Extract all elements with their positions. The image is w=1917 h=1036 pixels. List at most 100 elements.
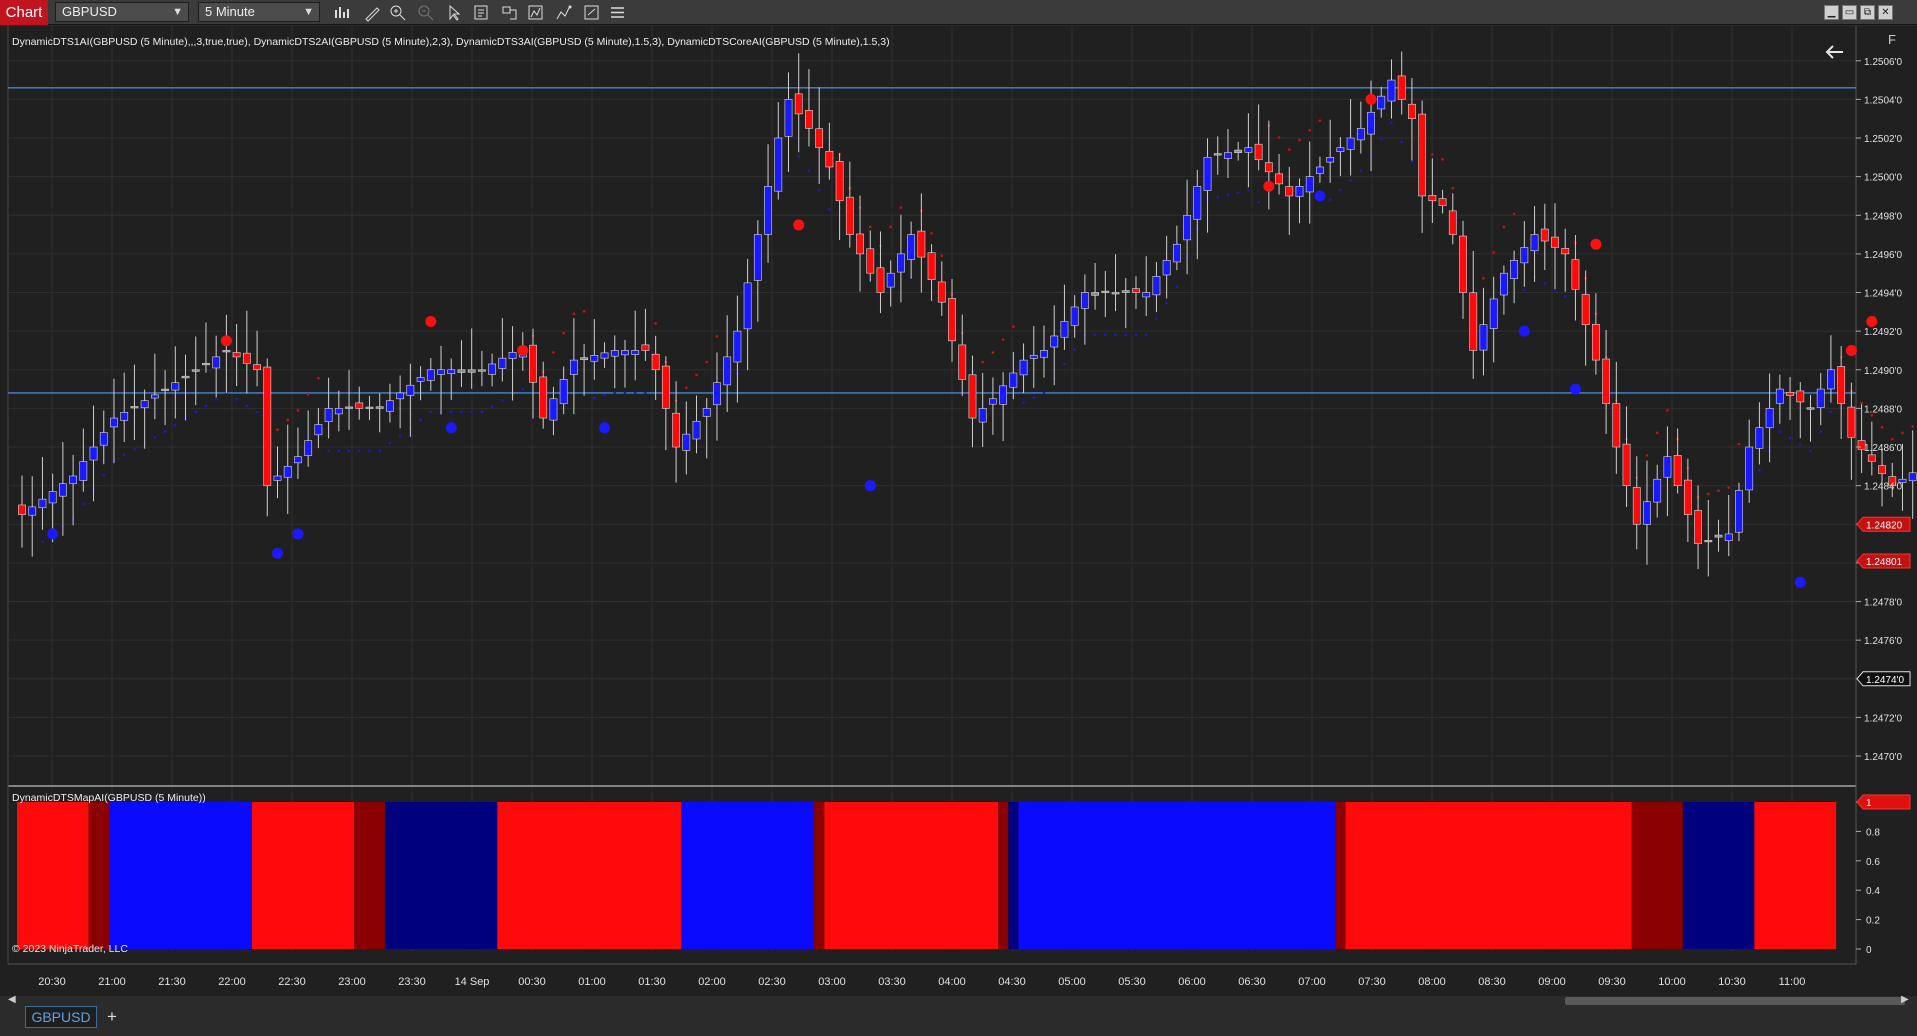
candle-body[interactable] [222,350,231,353]
list-icon[interactable] [608,3,628,22]
candle-body[interactable] [1408,103,1416,120]
candle-body[interactable] [1816,388,1825,408]
candle-body[interactable] [1050,335,1059,348]
candle-body[interactable] [549,398,558,421]
candle-body[interactable] [927,252,936,280]
candle-body[interactable] [1755,427,1764,449]
candle-body[interactable] [1796,390,1805,403]
candle-body[interactable] [1775,388,1784,404]
candle-body[interactable] [1019,359,1028,376]
candle-body[interactable] [1735,490,1743,533]
chart-panel[interactable]: 20:30 21:00 21:30 22:00 22:30 23:00 23:30 14 Se… [0,26,1917,996]
candle-body[interactable] [18,504,26,515]
candle-body[interactable] [978,408,987,423]
candle-body[interactable] [1673,455,1682,486]
candle-body[interactable] [58,483,67,497]
candle-body[interactable] [784,99,793,137]
candle-body[interactable] [1080,292,1089,309]
candle-body[interactable] [508,352,517,359]
candle-body[interactable] [1561,248,1570,255]
candle-body[interactable] [753,234,762,281]
candle-body[interactable] [610,350,619,357]
candle-body[interactable] [232,352,241,358]
candle-body[interactable] [89,446,98,461]
candle-body[interactable] [1683,479,1692,515]
candle-body[interactable] [130,406,139,409]
candle-body[interactable] [191,369,200,372]
candle-body[interactable] [477,369,486,372]
candle-body[interactable] [28,506,37,516]
candle-body[interactable] [375,406,384,409]
candle-body[interactable] [273,475,282,481]
candle-body[interactable] [457,369,466,373]
candle-body[interactable] [702,408,711,417]
candle-body[interactable] [1397,75,1406,100]
candle-body[interactable] [324,408,333,422]
maximize-button[interactable]: ▭ [1842,5,1857,20]
candle-body[interactable] [1765,408,1774,429]
candle-body[interactable] [825,150,834,168]
candle-body[interactable] [406,384,415,396]
candle-body[interactable] [794,93,803,115]
candle-body[interactable] [1540,228,1549,242]
candle-body[interactable] [713,382,721,406]
candle-body[interactable] [1908,472,1917,482]
drawing-tools-icon[interactable] [554,3,574,22]
candle-body[interactable] [416,377,425,382]
candle-body[interactable] [1530,234,1539,252]
candle-body[interactable] [1336,147,1345,152]
candle-body[interactable] [488,363,497,375]
candle-body[interactable] [99,432,108,446]
candle-body[interactable] [1121,290,1130,293]
candle-body[interactable] [1428,195,1437,202]
candle-body[interactable] [1643,501,1651,525]
candle-body[interactable] [1714,534,1723,538]
candle-body[interactable] [559,379,568,404]
candle-body[interactable] [1070,306,1079,326]
candle-body[interactable] [334,408,343,415]
candle-body[interactable] [1091,292,1099,296]
candle-body[interactable] [1520,247,1529,264]
candle-body[interactable] [1704,540,1713,543]
candle-body[interactable] [38,498,47,509]
restore-button[interactable]: ⧉ [1860,5,1875,20]
candle-body[interactable] [682,433,691,451]
candle-body[interactable] [202,363,210,366]
candle-body[interactable] [1632,487,1641,525]
scroll-left-icon[interactable]: ◀ [8,994,16,1005]
candle-body[interactable] [120,411,129,421]
candle-body[interactable] [79,461,88,481]
f-button[interactable]: F [1888,32,1896,47]
candle-body[interactable] [661,365,670,409]
candle-body[interactable] [1878,465,1886,474]
candle-body[interactable] [1346,137,1355,150]
candle-body[interactable] [835,161,844,202]
candle-body[interactable] [1418,113,1427,197]
candle-body[interactable] [631,350,640,355]
candle-body[interactable] [1234,149,1243,154]
candle-body[interactable] [569,359,578,375]
candle-body[interactable] [1142,292,1151,298]
candle-body[interactable] [651,353,660,371]
candle-body[interactable] [1602,358,1610,404]
candle-body[interactable] [1152,276,1161,296]
candle-body[interactable] [345,406,353,409]
properties-icon[interactable] [582,3,602,22]
candle-body[interactable] [1193,185,1202,220]
candle-body[interactable] [1275,173,1283,185]
candle-body[interactable] [1009,372,1018,388]
candle-body[interactable] [1326,157,1335,163]
indicators-icon[interactable] [526,3,546,22]
candle-body[interactable] [1510,260,1519,279]
candle-body[interactable] [304,440,313,456]
candle-body[interactable] [590,354,599,362]
candle-body[interactable] [672,412,680,448]
candle-body[interactable] [1132,288,1140,293]
candle-body[interactable] [1867,454,1876,462]
candle-body[interactable] [1213,153,1222,156]
candle-body[interactable] [253,364,261,371]
candle-body[interactable] [815,128,824,148]
candle-body[interactable] [437,369,445,375]
candle-body[interactable] [1244,147,1253,153]
candle-body[interactable] [1448,210,1457,235]
